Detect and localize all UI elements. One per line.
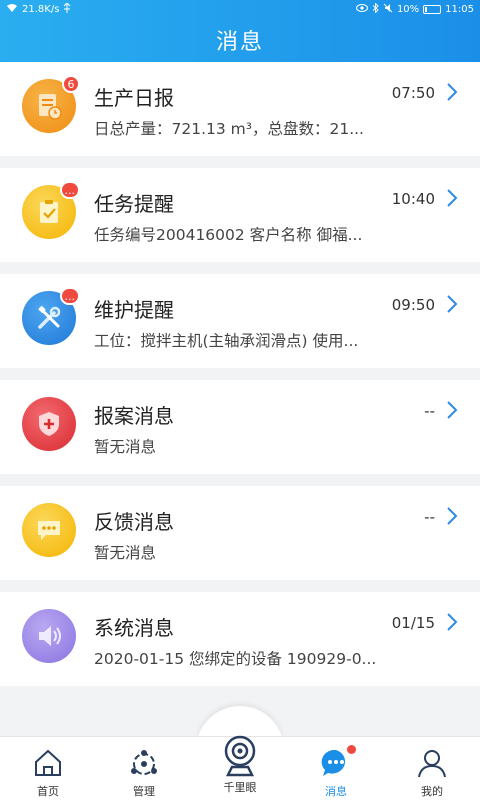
battery-icon xyxy=(423,4,442,14)
message-title: 任务提醒 xyxy=(94,192,174,216)
unread-badge: ... xyxy=(59,287,80,305)
message-preview: 暂无消息 xyxy=(94,438,157,456)
network-icon xyxy=(128,747,160,779)
message-time: 01/15 xyxy=(391,614,435,632)
unread-badge: ... xyxy=(59,181,80,199)
message-item-task-reminder[interactable]: ... 任务提醒 10:40 任务编号200416002 客户名称 御福... xyxy=(0,168,480,262)
chevron-right-icon xyxy=(447,295,458,313)
status-bar: 21.8K/s 10% 11:05 xyxy=(0,0,480,18)
message-preview: 2020-01-15 您绑定的设备 190929-0... xyxy=(94,650,377,668)
nav-home[interactable]: 首页 xyxy=(0,737,96,800)
usb-icon xyxy=(63,1,71,16)
message-title: 系统消息 xyxy=(94,616,174,640)
chevron-right-icon xyxy=(447,613,458,631)
message-item-maintenance-reminder[interactable]: ... 维护提醒 09:50 工位：搅拌主机(主轴承润滑点) 使用... xyxy=(0,274,480,368)
message-preview: 工位：搅拌主机(主轴承润滑点) 使用... xyxy=(94,332,359,350)
chat-bubble-icon xyxy=(22,503,76,557)
message-icon xyxy=(320,745,356,779)
message-item-feedback[interactable]: 反馈消息 -- 暂无消息 xyxy=(0,486,480,580)
eye-icon xyxy=(355,3,368,15)
message-title: 反馈消息 xyxy=(94,510,174,534)
nav-label: 消息 xyxy=(325,785,347,798)
header-bar: 消息 xyxy=(0,18,480,62)
message-time: -- xyxy=(424,508,435,526)
camera-icon xyxy=(220,733,260,777)
speaker-icon xyxy=(22,609,76,663)
nav-profile[interactable]: 我的 xyxy=(384,737,480,800)
message-time: 09:50 xyxy=(391,296,435,314)
unread-badge: 6 xyxy=(62,75,80,93)
message-time: 10:40 xyxy=(391,190,435,208)
message-title: 报案消息 xyxy=(94,404,174,428)
message-item-incident-report[interactable]: 报案消息 -- 暂无消息 xyxy=(0,380,480,474)
nav-label: 千里眼 xyxy=(223,781,257,794)
nav-manage[interactable]: 管理 xyxy=(96,737,192,800)
home-icon xyxy=(32,747,64,779)
message-item-production-report[interactable]: 6 生产日报 07:50 日总产量：721.13 m³，总盘数：21... xyxy=(0,62,480,156)
message-time: 07:50 xyxy=(391,84,435,102)
message-preview: 暂无消息 xyxy=(94,544,157,562)
wifi-icon xyxy=(6,3,18,16)
nav-label: 首页 xyxy=(37,785,59,798)
chevron-right-icon xyxy=(447,83,458,101)
network-speed: 21.8K/s xyxy=(22,3,60,15)
bottom-nav: 首页 管理 千里眼 消息 我的 xyxy=(0,735,480,800)
message-preview: 任务编号200416002 客户名称 御福... xyxy=(94,226,363,244)
message-preview: 日总产量：721.13 m³，总盘数：21... xyxy=(94,120,364,138)
chevron-right-icon xyxy=(447,507,458,525)
notification-dot xyxy=(347,745,356,754)
nav-camera[interactable]: 千里眼 xyxy=(192,735,288,800)
mute-icon xyxy=(383,3,393,16)
nav-messages[interactable]: 消息 xyxy=(288,737,384,800)
message-time: -- xyxy=(424,402,435,420)
bluetooth-icon xyxy=(372,1,379,16)
clock: 11:05 xyxy=(445,3,474,15)
message-title: 维护提醒 xyxy=(94,298,174,322)
battery-percent: 10% xyxy=(396,3,420,15)
chevron-right-icon xyxy=(447,189,458,207)
user-icon xyxy=(416,747,448,779)
page-title: 消息 xyxy=(215,30,264,55)
message-title: 生产日报 xyxy=(94,86,174,110)
shield-plus-icon xyxy=(22,397,76,451)
chevron-right-icon xyxy=(447,401,458,419)
nav-label: 管理 xyxy=(133,785,155,798)
message-item-system[interactable]: 系统消息 01/15 2020-01-15 您绑定的设备 190929-0... xyxy=(0,592,480,686)
nav-label: 我的 xyxy=(421,785,443,798)
